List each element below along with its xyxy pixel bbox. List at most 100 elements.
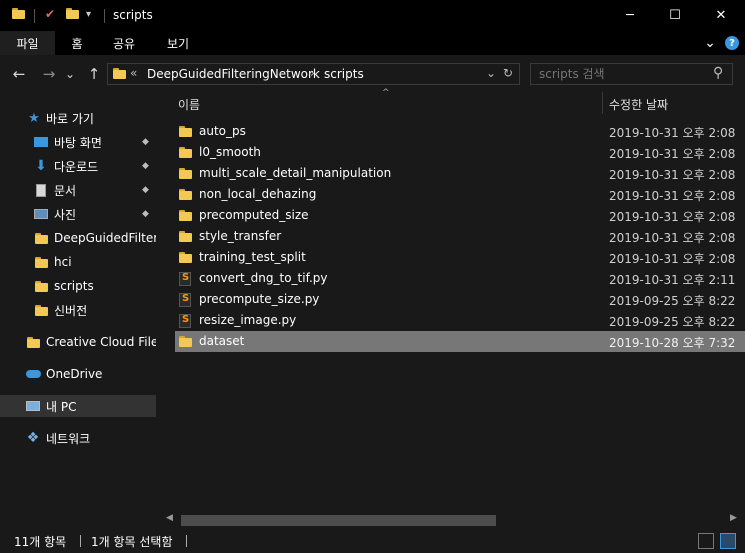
scroll-thumb[interactable] (181, 515, 496, 526)
nav-creative-cloud[interactable]: Creative Cloud Files (0, 331, 156, 353)
overflow-icon[interactable]: « (130, 66, 137, 80)
folder-icon (33, 254, 49, 270)
nav-item-deepguidedfilteringnetwork[interactable]: DeepGuidedFilteringNetwork (0, 227, 156, 249)
tab-file[interactable]: 파일 (0, 31, 55, 55)
file-row[interactable]: dataset 2019-10-28 오후 7:32 (175, 331, 745, 352)
folder-icon (179, 230, 192, 243)
tab-view[interactable]: 보기 (160, 31, 196, 55)
forward-button[interactable]: → (39, 64, 59, 84)
nav-quick-access[interactable]: ★ 바로 가기 (0, 107, 156, 129)
file-name: precomputed_size (199, 208, 309, 222)
file-list: ^ 이름 수정한 날짜 auto_ps 2019-10-31 오후 2:08 l0_… (160, 88, 745, 512)
breadcrumb-scripts[interactable]: scripts (324, 67, 364, 81)
file-row[interactable]: non_local_dehazing 2019-10-31 오후 2:08 (175, 184, 745, 205)
folder-icon (179, 125, 192, 138)
nav-item-hci[interactable]: hci (0, 251, 156, 273)
computer-icon (25, 398, 41, 414)
column-date-header[interactable]: 수정한 날짜 (609, 96, 668, 113)
nav-label: 내 PC (46, 399, 77, 414)
address-dropdown-icon[interactable]: ⌄ (486, 66, 496, 80)
cloud-icon (25, 366, 41, 382)
file-name: training_test_split (199, 250, 306, 264)
status-bar: 11개 항목 1개 항목 선택함 (0, 529, 745, 553)
file-date: 2019-10-31 오후 2:08 (609, 231, 736, 245)
details-view-button[interactable] (698, 533, 714, 549)
tab-share[interactable]: 공유 (106, 31, 142, 55)
file-row[interactable]: l0_smooth 2019-10-31 오후 2:08 (175, 142, 745, 163)
file-date: 2019-10-31 오후 2:08 (609, 189, 736, 203)
back-button[interactable]: ← (9, 64, 29, 84)
download-icon: ⬇ (35, 158, 47, 174)
file-name: dataset (199, 334, 245, 348)
address-bar[interactable]: « DeepGuidedFilteringNetwork › scripts ⌄… (107, 63, 520, 85)
help-icon[interactable]: ? (723, 31, 741, 55)
file-date: 2019-09-25 오후 8:22 (609, 294, 736, 308)
nav-label: DeepGuidedFilteringNetwork (54, 231, 156, 245)
file-name: non_local_dehazing (199, 187, 317, 201)
file-row[interactable]: convert_dng_to_tif.py 2019-10-31 오후 2:11 (175, 268, 745, 289)
file-row[interactable]: resize_image.py 2019-09-25 오후 8:22 (175, 310, 745, 331)
file-row[interactable]: precompute_size.py 2019-09-25 오후 8:22 (175, 289, 745, 310)
chevron-right-icon[interactable]: › (310, 66, 315, 80)
file-row[interactable]: style_transfer 2019-10-31 오후 2:08 (175, 226, 745, 247)
customize-qat-icon[interactable]: ▾ (86, 9, 100, 23)
folder-icon (33, 230, 49, 246)
help-glyph: ? (725, 36, 739, 50)
search-box[interactable]: ⚲ (530, 63, 733, 85)
nav-item-scripts[interactable]: scripts (0, 275, 156, 297)
nav-onedrive[interactable]: OneDrive (0, 363, 156, 385)
column-divider[interactable] (602, 92, 603, 114)
breadcrumb-deepguidedfilteringnetwork[interactable]: DeepGuidedFilteringNetwork (147, 67, 320, 81)
nav-label: 문서 (54, 183, 77, 198)
nav-label: hci (54, 255, 72, 269)
python-file-icon (179, 313, 192, 328)
column-name-header[interactable]: 이름 (178, 96, 200, 113)
pin-icon: ◆ (142, 209, 149, 219)
nav-label: Creative Cloud Files (46, 335, 156, 349)
nav-label: 바탕 화면 (54, 135, 102, 150)
new-folder-icon[interactable] (66, 8, 80, 22)
creative-cloud-icon (25, 334, 41, 350)
file-date: 2019-10-31 오후 2:08 (609, 147, 736, 161)
refresh-icon[interactable]: ↻ (503, 66, 513, 80)
maximize-button[interactable]: ☐ (652, 0, 698, 31)
nav-network[interactable]: ❖ 네트워크 (0, 427, 156, 449)
file-date: 2019-10-31 오후 2:08 (609, 168, 736, 182)
nav-item-downloads[interactable]: ⬇ 다운로드 ◆ (0, 155, 156, 177)
file-name: resize_image.py (199, 313, 297, 327)
nav-item-documents[interactable]: 문서 ◆ (0, 179, 156, 201)
file-date: 2019-10-28 오후 7:32 (609, 336, 736, 350)
expand-ribbon-icon[interactable]: ⌄ (700, 31, 720, 55)
nav-this-pc[interactable]: 내 PC (0, 395, 156, 417)
recent-locations-button[interactable]: ⌄ (63, 64, 77, 84)
horizontal-scrollbar[interactable]: ◀ ▶ (160, 512, 745, 529)
nav-item-desktop[interactable]: 바탕 화면 ◆ (0, 131, 156, 153)
search-icon[interactable]: ⚲ (713, 65, 723, 81)
file-row[interactable]: auto_ps 2019-10-31 오후 2:08 (175, 121, 745, 142)
tab-home[interactable]: 홈 (62, 31, 92, 55)
pictures-icon (33, 206, 49, 222)
file-name: precompute_size.py (199, 292, 320, 306)
desktop-icon (33, 134, 49, 150)
close-button[interactable]: ✕ (698, 0, 744, 31)
star-icon: ★ (28, 110, 40, 126)
python-file-icon (179, 271, 192, 286)
nav-item-new-version[interactable]: 신버전 (0, 299, 156, 321)
up-button[interactable]: ↑ (84, 64, 104, 84)
file-name: l0_smooth (199, 145, 261, 159)
folder-icon (179, 188, 192, 201)
large-icons-view-button[interactable] (720, 533, 736, 549)
file-row[interactable]: precomputed_size 2019-10-31 오후 2:08 (175, 205, 745, 226)
nav-label: 신버전 (54, 303, 88, 318)
file-row[interactable]: multi_scale_detail_manipulation 2019-10-3… (175, 163, 745, 184)
scroll-left-icon[interactable]: ◀ (166, 513, 173, 523)
search-input[interactable] (539, 67, 709, 81)
minimize-button[interactable]: ─ (607, 0, 653, 31)
properties-icon[interactable]: ✔ (45, 7, 59, 21)
file-row[interactable]: training_test_split 2019-10-31 오후 2:08 (175, 247, 745, 268)
pin-icon: ◆ (142, 185, 149, 195)
sort-ascending-icon: ^ (382, 88, 390, 98)
file-date: 2019-10-31 오후 2:11 (609, 273, 736, 287)
scroll-right-icon[interactable]: ▶ (730, 513, 737, 523)
nav-item-pictures[interactable]: 사진 ◆ (0, 203, 156, 225)
